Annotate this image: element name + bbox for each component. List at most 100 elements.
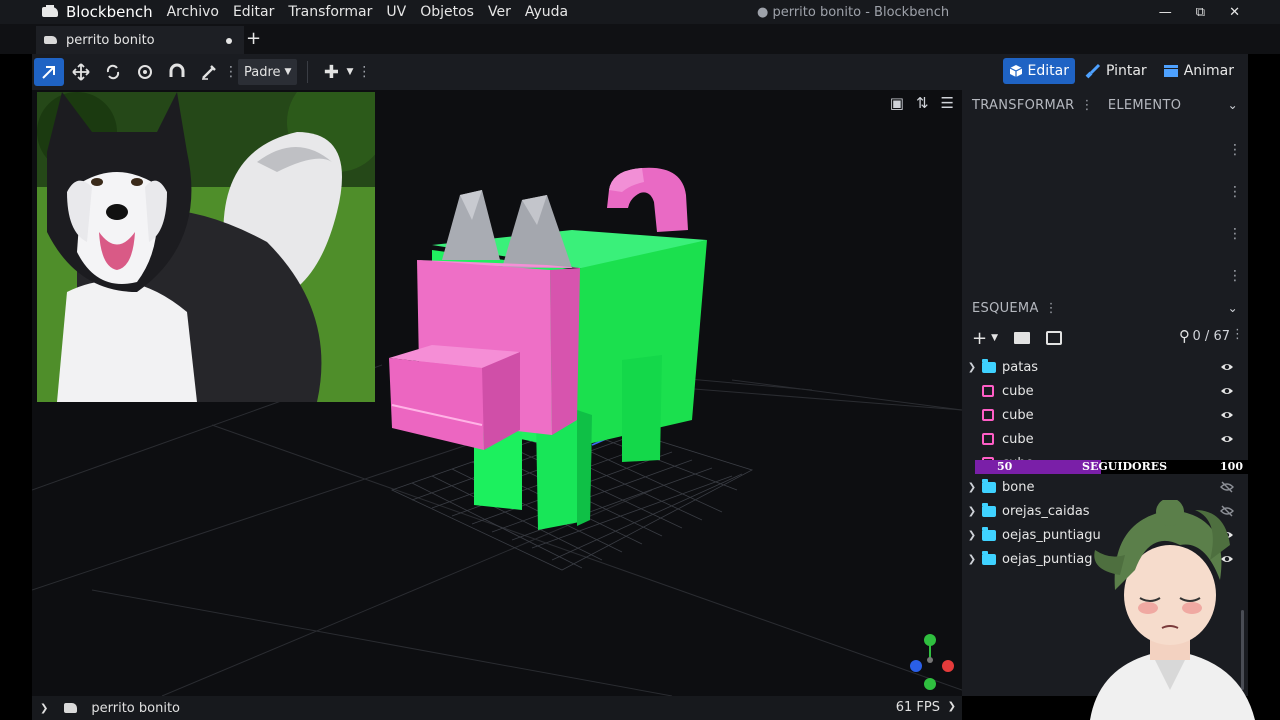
search-icon[interactable]: ⚲: [1179, 327, 1190, 345]
chevron-down-icon[interactable]: ⌄: [1228, 301, 1238, 315]
selection-count: 0 / 67: [1192, 329, 1230, 344]
followers-goal-bar: 50 SEGUIDORES 100: [975, 460, 1255, 474]
menu-objetos[interactable]: Objetos: [420, 4, 474, 20]
more-icon[interactable]: ⋮: [1228, 268, 1242, 284]
pivot-tool-button[interactable]: [130, 58, 160, 86]
more-icon[interactable]: ⋮: [1228, 226, 1242, 242]
title-bar: Blockbench Archivo Editar Transformar UV…: [0, 0, 1280, 24]
outliner-folder-patas[interactable]: ❯ patas: [962, 355, 1248, 379]
project-icon: [64, 703, 78, 713]
eye-icon[interactable]: [1220, 360, 1234, 374]
husky-photo: [37, 92, 375, 402]
menu-editar[interactable]: Editar: [233, 4, 274, 20]
cube-icon: [982, 385, 994, 397]
mode-animate[interactable]: Animar: [1157, 58, 1240, 84]
menu-uv[interactable]: UV: [386, 4, 406, 20]
mode-animate-label: Animar: [1183, 63, 1234, 79]
tab-element[interactable]: ELEMENTO: [1108, 98, 1181, 113]
chevron-down-icon[interactable]: ▼: [346, 67, 353, 77]
unsaved-dot-icon[interactable]: [226, 38, 232, 44]
cube-icon: [982, 409, 994, 421]
chevron-down-icon[interactable]: ⌄: [1228, 98, 1238, 112]
minimize-icon[interactable]: —: [1159, 5, 1172, 20]
outliner-label: cube: [1002, 431, 1034, 447]
cursor-move-icon: [42, 66, 55, 79]
more-icon[interactable]: ⋮: [1228, 184, 1242, 200]
vertex-snap-button[interactable]: [162, 58, 192, 86]
chevron-right-icon[interactable]: ❯: [962, 482, 982, 493]
status-project-name: perrito bonito: [91, 700, 181, 716]
rotate-tool-button[interactable]: [98, 58, 128, 86]
menu-archivo[interactable]: Archivo: [167, 4, 219, 20]
translate-tool-button[interactable]: [66, 58, 96, 86]
outliner-cube[interactable]: cube: [962, 403, 1248, 427]
mode-tabs: Editar Pintar Animar: [1002, 58, 1241, 84]
close-icon[interactable]: ✕: [1229, 5, 1240, 20]
chevron-right-icon[interactable]: ❯: [40, 703, 48, 714]
folder-icon: [982, 358, 996, 373]
toolbar-more-icon[interactable]: ⋮: [357, 64, 371, 80]
eye-icon[interactable]: [1220, 408, 1234, 422]
menu-bar: Archivo Editar Transformar UV Objetos Ve…: [167, 4, 569, 20]
outliner-header: ESQUEMA ⋮ ⌄: [962, 293, 1248, 323]
new-tab-button[interactable]: +: [246, 28, 261, 49]
mode-edit[interactable]: Editar: [1002, 58, 1075, 84]
magnet-icon: [169, 63, 185, 77]
panel-more-icon[interactable]: ⋮: [1045, 301, 1058, 316]
tab-project[interactable]: perrito bonito: [36, 26, 244, 54]
chevron-down-icon[interactable]: ▼: [991, 333, 998, 343]
chevron-right-icon[interactable]: ❯: [962, 362, 982, 373]
rotate-icon: [106, 64, 120, 80]
tail: [607, 167, 688, 232]
add-folder-icon[interactable]: [1014, 332, 1031, 344]
outliner-folder-bone[interactable]: ❯ bone: [962, 475, 1248, 499]
panel-more-icon[interactable]: ⋮: [1081, 98, 1094, 113]
blockbench-logo-icon: [42, 5, 60, 19]
outliner-cube[interactable]: cube: [962, 427, 1248, 451]
arrows-move-icon: [72, 63, 90, 81]
outliner-label: cube: [1002, 407, 1034, 423]
menu-ver[interactable]: Ver: [488, 4, 511, 20]
tab-transform[interactable]: TRANSFORMAR: [972, 98, 1075, 113]
followers-max: 100: [1220, 460, 1243, 473]
pivot-select-value: Padre: [244, 64, 281, 80]
toolbar-more-icon[interactable]: ⋮: [224, 64, 238, 80]
mode-paint[interactable]: Pintar: [1079, 58, 1153, 84]
chevron-right-icon[interactable]: ❯: [948, 701, 956, 712]
pencil-icon: [202, 65, 216, 80]
sort-arrows-icon[interactable]: ⇅: [916, 94, 929, 112]
more-icon[interactable]: ⋮: [1228, 142, 1242, 158]
chevron-right-icon[interactable]: ❯: [962, 506, 982, 517]
pivot-select[interactable]: Padre ▼: [238, 59, 298, 85]
folder-icon: [982, 550, 996, 565]
mode-edit-label: Editar: [1027, 63, 1069, 79]
transform-space-button[interactable]: ✚: [316, 58, 346, 86]
menu-icon[interactable]: ☰: [941, 94, 954, 112]
paint-tool-button[interactable]: [194, 58, 224, 86]
outliner-cube[interactable]: cube: [962, 379, 1248, 403]
outliner-title: ESQUEMA: [972, 300, 1039, 316]
more-icon[interactable]: ⋮: [1231, 327, 1244, 342]
menu-transformar[interactable]: Transformar: [288, 4, 372, 20]
outliner-label: cube: [1002, 383, 1034, 399]
eye-off-icon[interactable]: [1220, 480, 1234, 494]
collapse-icon[interactable]: [1046, 331, 1063, 345]
brush-icon: [1085, 63, 1101, 79]
toolbar: ⋮ Padre ▼ ✚ ▼ ⋮ Editar Pintar Animar: [32, 54, 1248, 90]
chevron-right-icon[interactable]: ❯: [962, 530, 982, 541]
eye-icon[interactable]: [1220, 384, 1234, 398]
menu-ayuda[interactable]: Ayuda: [525, 4, 568, 20]
3d-viewport[interactable]: ▣ ⇅ ☰: [32, 90, 962, 696]
move-tool-button[interactable]: [34, 58, 64, 86]
eye-icon[interactable]: [1220, 432, 1234, 446]
followers-label: SEGUIDORES: [1082, 460, 1168, 473]
image-icon[interactable]: ▣: [890, 94, 904, 112]
restore-icon[interactable]: ⧉: [1196, 5, 1205, 20]
app-logo: Blockbench: [0, 3, 153, 21]
blockbench-file-icon: [44, 34, 58, 46]
chevron-down-icon: ▼: [284, 67, 292, 77]
tab-label: perrito bonito: [66, 32, 155, 48]
reference-image[interactable]: [37, 92, 375, 402]
add-icon[interactable]: +: [972, 328, 987, 349]
chevron-right-icon[interactable]: ❯: [962, 554, 982, 565]
